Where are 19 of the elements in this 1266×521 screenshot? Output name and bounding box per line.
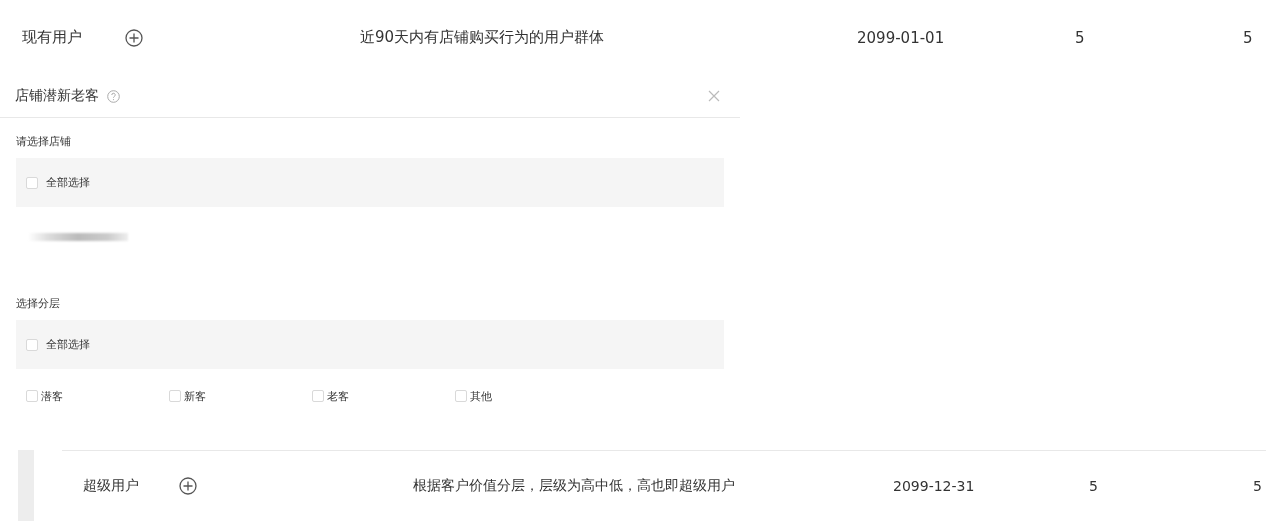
segment-name: 超级用户 — [83, 477, 140, 495]
segment-name: 现有用户 — [22, 28, 83, 47]
segment-description: 根据客户价值分层，层级为高中低，高也即超级用户 — [413, 477, 736, 495]
table-cell: 5 — [1243, 28, 1253, 47]
option-label: 其他 — [470, 388, 492, 404]
option-label: 老客 — [327, 388, 349, 404]
date-cell-text: 2099-12-31 — [893, 478, 976, 494]
segment-description: 近90天内有店铺购买行为的用户群体 — [360, 28, 606, 47]
section-label: 选择分层 — [16, 297, 60, 310]
section-label: 请选择店铺 — [16, 135, 71, 148]
panel-title: 店铺潜新老客 — [15, 87, 99, 105]
select-all-row[interactable]: 全部选择 — [16, 320, 724, 369]
option-label: 潜客 — [41, 388, 63, 404]
select-all-row[interactable]: 全部选择 — [16, 158, 724, 207]
table-cell-text: 5 — [1075, 28, 1086, 47]
table-cell-text: 5 — [1089, 478, 1099, 494]
option-label: 新客 — [184, 388, 206, 404]
table-cell: 5 — [1253, 478, 1262, 494]
date-cell-text: 2099-01-01 — [857, 28, 946, 47]
